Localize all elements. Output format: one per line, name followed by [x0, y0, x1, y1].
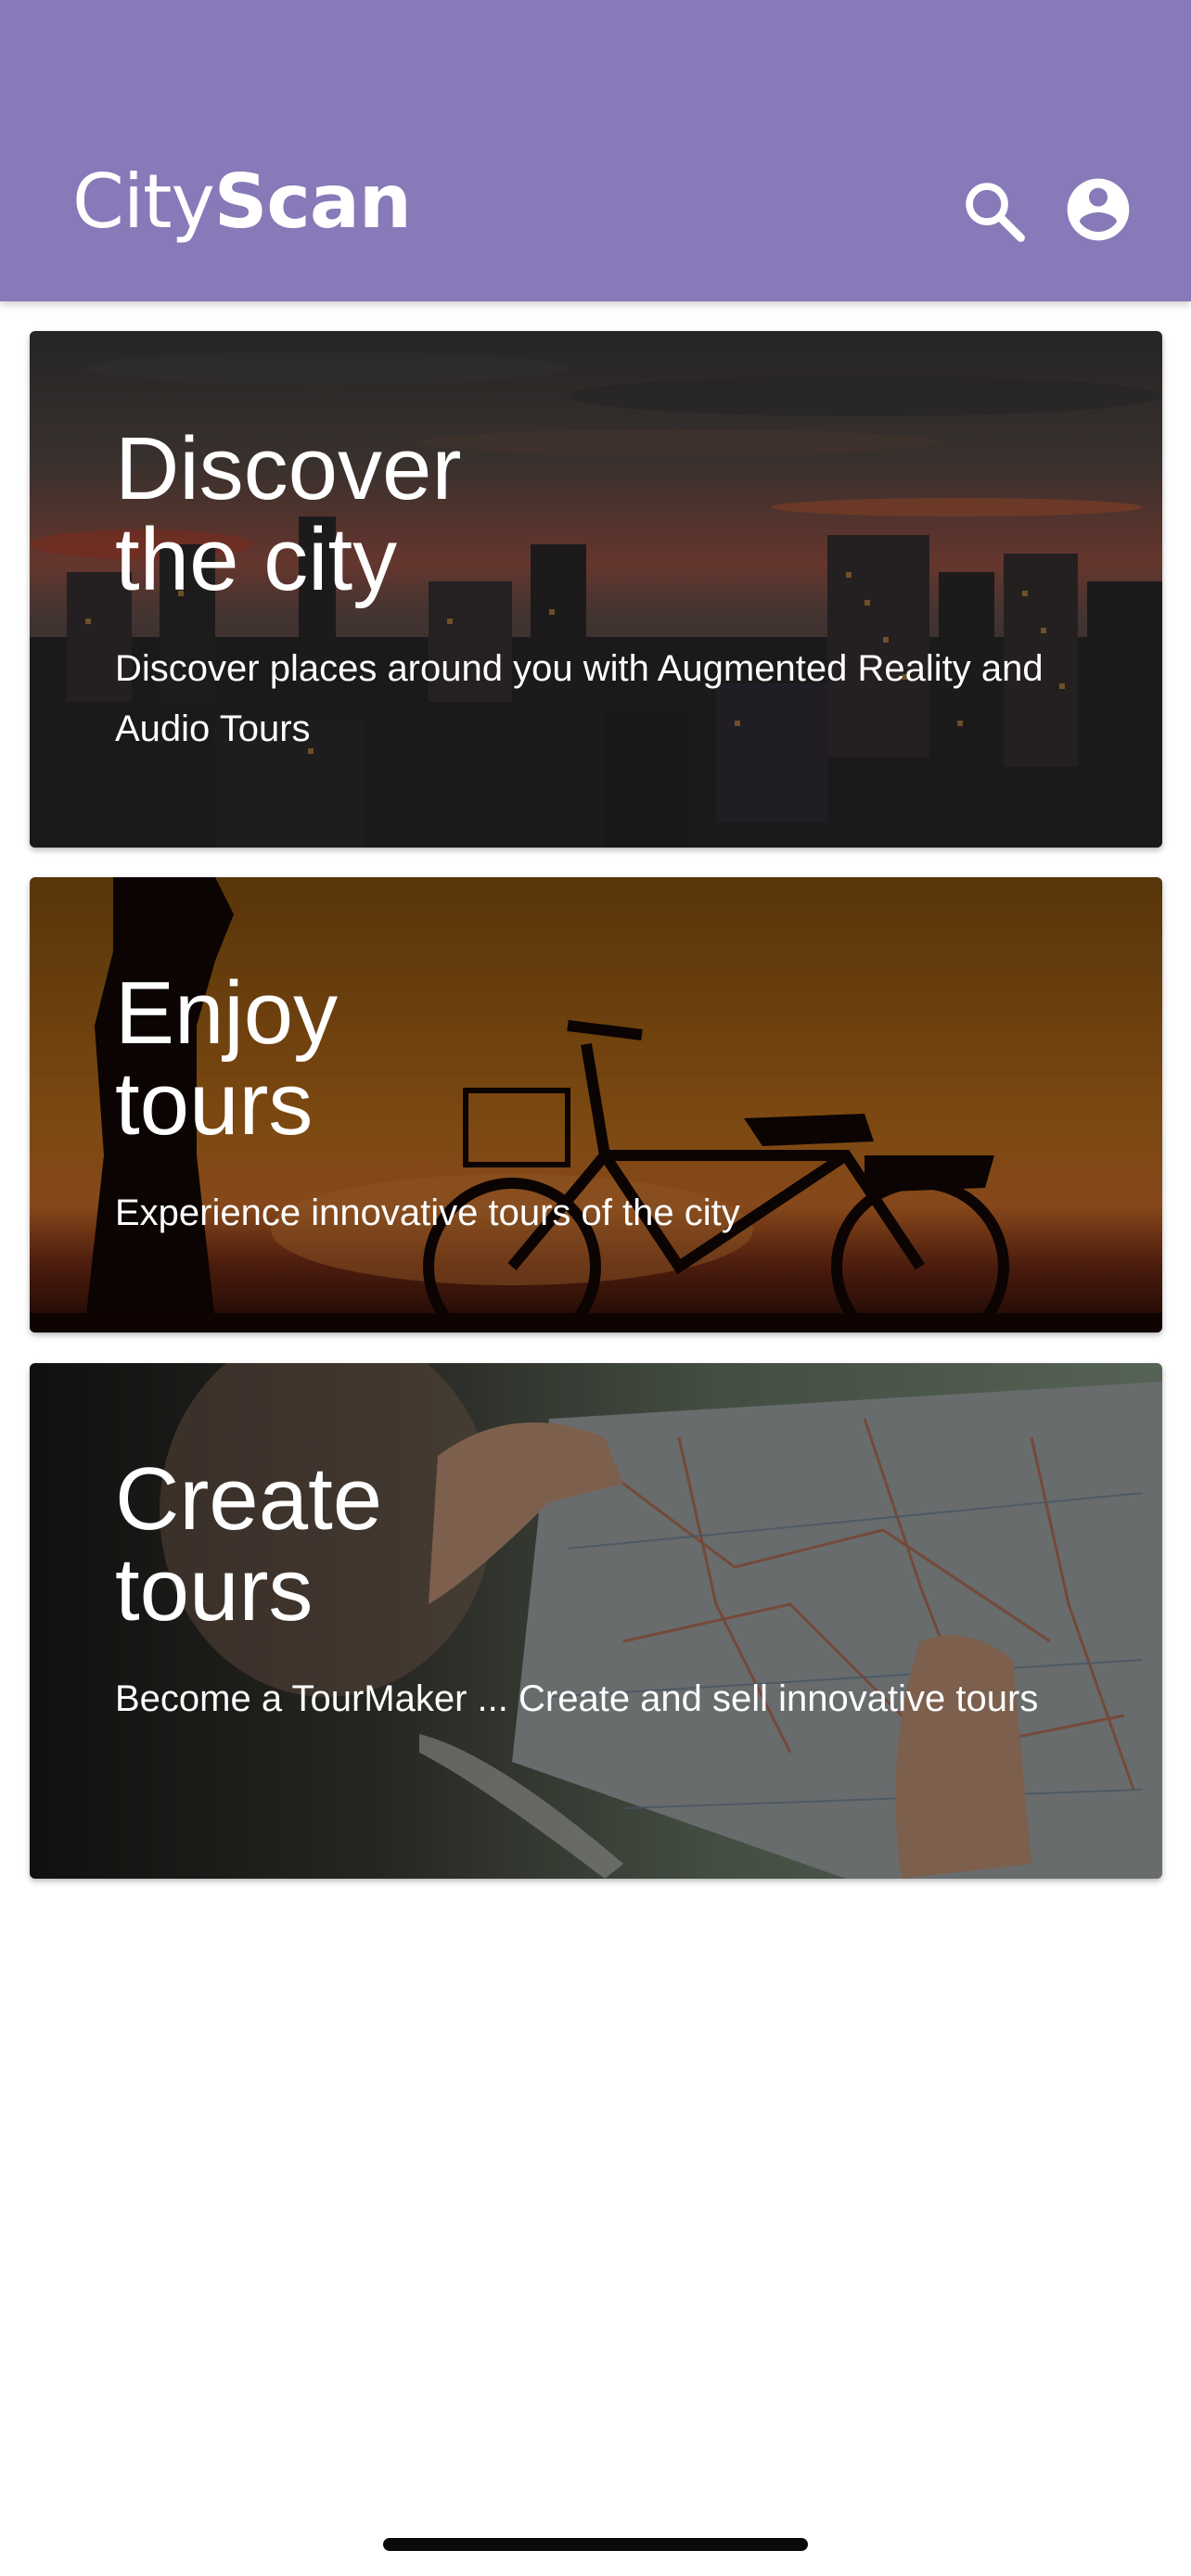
card-title: Discover the city — [115, 424, 461, 606]
card-create-tours[interactable]: Create tours Become a TourMaker ... Crea… — [30, 1363, 1162, 1879]
card-title-line1: Discover — [115, 419, 462, 518]
card-title: Create tours — [115, 1454, 382, 1636]
app-screen: CityScan Discover the city Discover plac… — [0, 0, 1191, 2576]
card-enjoy-tours[interactable]: Enjoy tours Experience innovative tours … — [30, 877, 1162, 1333]
card-title-line1: Enjoy — [115, 963, 339, 1063]
home-indicator[interactable] — [383, 2538, 808, 2551]
card-description: Experience innovative tours of the city — [115, 1192, 740, 1233]
account-circle-icon — [1067, 178, 1130, 241]
logo-text-bold: Scan — [213, 159, 412, 245]
logo-text-light: City — [72, 159, 215, 245]
card-title: Enjoy tours — [115, 968, 338, 1150]
card-description: Become a TourMaker ... Create and sell i… — [115, 1678, 1039, 1719]
search-icon — [966, 183, 1025, 242]
app-bar: CityScan — [0, 0, 1191, 301]
card-title-line1: Create — [115, 1449, 383, 1549]
card-description: Discover places around you with Augmente… — [115, 648, 1044, 749]
card-discover-city[interactable]: Discover the city Discover places around… — [30, 331, 1162, 848]
account-button[interactable] — [1059, 171, 1137, 249]
app-logo: CityScan — [72, 156, 412, 249]
search-button[interactable] — [955, 172, 1033, 250]
card-title-line2: tours — [115, 1054, 314, 1154]
card-title-line2: the city — [115, 510, 398, 609]
card-title-line2: tours — [115, 1540, 314, 1639]
